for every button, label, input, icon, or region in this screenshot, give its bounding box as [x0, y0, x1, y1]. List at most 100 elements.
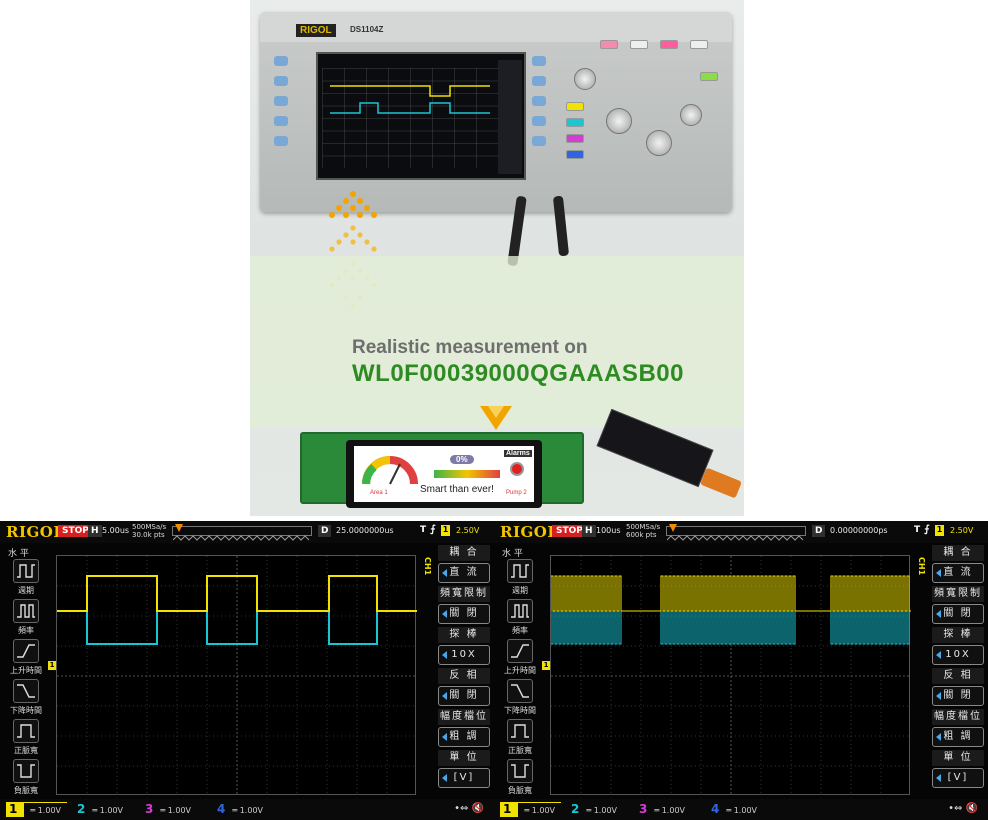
- measure-negative-width[interactable]: 負脈寬: [500, 759, 540, 799]
- frequency-icon: [13, 599, 39, 623]
- lcd-level-bar: [434, 470, 500, 478]
- channel-tab[interactable]: 4 ═ 1.00V: [708, 802, 757, 817]
- measure-negative-width[interactable]: 負脈寬: [6, 759, 46, 799]
- scope-side-button: [532, 56, 546, 66]
- sample-rate: 500MSa/s: [626, 523, 661, 531]
- scope-panel-button: [566, 118, 584, 127]
- scope-side-button: [274, 56, 288, 66]
- scope-panel-button: [566, 150, 584, 159]
- scope-mini-waveform: [330, 85, 490, 114]
- channel-number: 3: [145, 802, 154, 816]
- menu-value-button[interactable]: 粗 調: [932, 727, 984, 747]
- scope-mini-screen: [316, 52, 526, 180]
- scope-mini-menu: [498, 60, 522, 174]
- measure-frequency[interactable]: 頻率: [500, 599, 540, 639]
- channel-tab[interactable]: 1 ═ 1.00V: [6, 802, 68, 818]
- channel-menu: 耦 合直 流頻寬限制關 閉探 棒 10X 反 相關 閉幅度檔位粗 調單 位 [V]: [432, 545, 492, 797]
- channel-tab[interactable]: 1 ═ 1.00V: [500, 802, 562, 818]
- channel-number: 2: [77, 802, 86, 816]
- measure-fall-time[interactable]: 下降時間: [500, 679, 540, 719]
- measure-period[interactable]: 週期: [500, 559, 540, 599]
- scope-screen-left: RIGOL STOP H 5.00us 500MSa/s 30.0k pts D …: [0, 521, 494, 820]
- menu-arrow-icon: [936, 692, 941, 700]
- channel-number: 1: [503, 802, 512, 816]
- channel-tab[interactable]: 3 ═ 1.00V: [636, 802, 685, 817]
- ch2-trace: [551, 610, 911, 645]
- timebase-value: 100us: [596, 526, 621, 535]
- trigger-level-marker[interactable]: 1: [48, 661, 56, 670]
- menu-value-button[interactable]: 直 流: [438, 563, 490, 583]
- menu-title: 幅度檔位: [438, 709, 490, 725]
- menu-value-button[interactable]: 直 流: [932, 563, 984, 583]
- measure-period[interactable]: 週期: [6, 559, 46, 599]
- menu-arrow-icon: [936, 569, 941, 577]
- waveform-plot: [56, 555, 417, 796]
- menu-value-button[interactable]: 關 閉: [932, 604, 984, 624]
- measure-positive-width[interactable]: 正脈寬: [6, 719, 46, 759]
- menu-value-button[interactable]: 關 閉: [932, 686, 984, 706]
- menu-value: 關 閉: [449, 690, 479, 701]
- sample-info: 500MSa/s 600k pts: [626, 523, 660, 539]
- trigger-channel: 1: [935, 525, 944, 536]
- trigger-level-marker[interactable]: 1: [542, 661, 550, 670]
- menu-value-button[interactable]: 粗 調: [438, 727, 490, 747]
- overview-wave: [172, 535, 310, 541]
- channel-tab[interactable]: 4 ═ 1.00V: [214, 802, 263, 817]
- alarm-icon: [510, 462, 524, 476]
- menu-value-button[interactable]: 10X: [932, 645, 984, 665]
- menu-arrow-icon: [936, 651, 941, 659]
- scope-panel-button: [566, 134, 584, 143]
- scope-panel-button: [566, 102, 584, 111]
- channel-tab[interactable]: 2 ═ 1.00V: [74, 802, 123, 817]
- measure-positive-width[interactable]: 正脈寬: [500, 719, 540, 759]
- fall-time-icon: [507, 679, 533, 703]
- menu-arrow-icon: [442, 692, 447, 700]
- memory-depth: 30.0k pts: [132, 531, 165, 539]
- channel-number: 3: [639, 802, 648, 816]
- delay-label: D: [812, 525, 826, 537]
- measure-fall-time[interactable]: 下降時間: [6, 679, 46, 719]
- channel-number: 2: [571, 802, 580, 816]
- composite-figure: RIGOL DS1104Z Realistic measurement on W…: [0, 0, 988, 820]
- measure-label: 正脈寬: [508, 746, 532, 755]
- measure-label: 負脈寬: [14, 786, 38, 795]
- channel-scale: ═ 1.00V: [160, 806, 192, 815]
- channel-tab[interactable]: 2 ═ 1.00V: [568, 802, 617, 817]
- measure-rise-time[interactable]: 上升時間: [6, 639, 46, 679]
- usb-and-sound-icon: •⇔ 🔇: [454, 803, 484, 814]
- menu-title: 探 棒: [438, 627, 490, 643]
- trigger-level: 2.50V: [950, 526, 974, 535]
- menu-title: 探 棒: [932, 627, 984, 643]
- scope-model-label: DS1104Z: [350, 25, 384, 34]
- scope-side-button: [274, 116, 288, 126]
- lcd-pump-label: Pump 2: [506, 490, 527, 496]
- lcd-area-label: Area 1: [370, 490, 388, 496]
- negative-width-icon: [13, 759, 39, 783]
- frequency-icon: [507, 599, 533, 623]
- channel-menu: 耦 合直 流頻寬限制關 閉探 棒 10X 反 相關 閉幅度檔位粗 調單 位 [V]: [926, 545, 986, 797]
- menu-value-button[interactable]: [V]: [438, 768, 490, 788]
- measure-frequency[interactable]: 頻率: [6, 599, 46, 639]
- menu-arrow-icon: [936, 733, 941, 741]
- menu-value-button[interactable]: 關 閉: [438, 604, 490, 624]
- menu-arrow-icon: [442, 733, 447, 741]
- channel-scale: ═ 1.00V: [726, 806, 758, 815]
- menu-arrow-icon: [442, 569, 447, 577]
- menu-value-button[interactable]: 10X: [438, 645, 490, 665]
- measure-label: 下降時間: [10, 706, 42, 715]
- trigger-label: T: [914, 525, 921, 535]
- lcd-screen: Area 1 0% Alarms Pump 2 Smart than ever!: [354, 446, 534, 502]
- measure-panel-title: 水 平: [8, 549, 29, 559]
- menu-value: [V]: [453, 772, 475, 783]
- channel-tab[interactable]: 3 ═ 1.00V: [142, 802, 191, 817]
- menu-value-button[interactable]: [V]: [932, 768, 984, 788]
- measure-rise-time[interactable]: 上升時間: [500, 639, 540, 679]
- menu-value: 直 流: [449, 567, 479, 578]
- overview-wave: [666, 535, 804, 541]
- lcd-module: Area 1 0% Alarms Pump 2 Smart than ever!: [346, 440, 542, 508]
- sample-rate: 500MSa/s: [132, 523, 167, 531]
- menu-value: 關 閉: [449, 608, 479, 619]
- menu-value-button[interactable]: 關 閉: [438, 686, 490, 706]
- menu-value: 關 閉: [943, 690, 973, 701]
- channel-scale: ═ 1.00V: [24, 803, 68, 818]
